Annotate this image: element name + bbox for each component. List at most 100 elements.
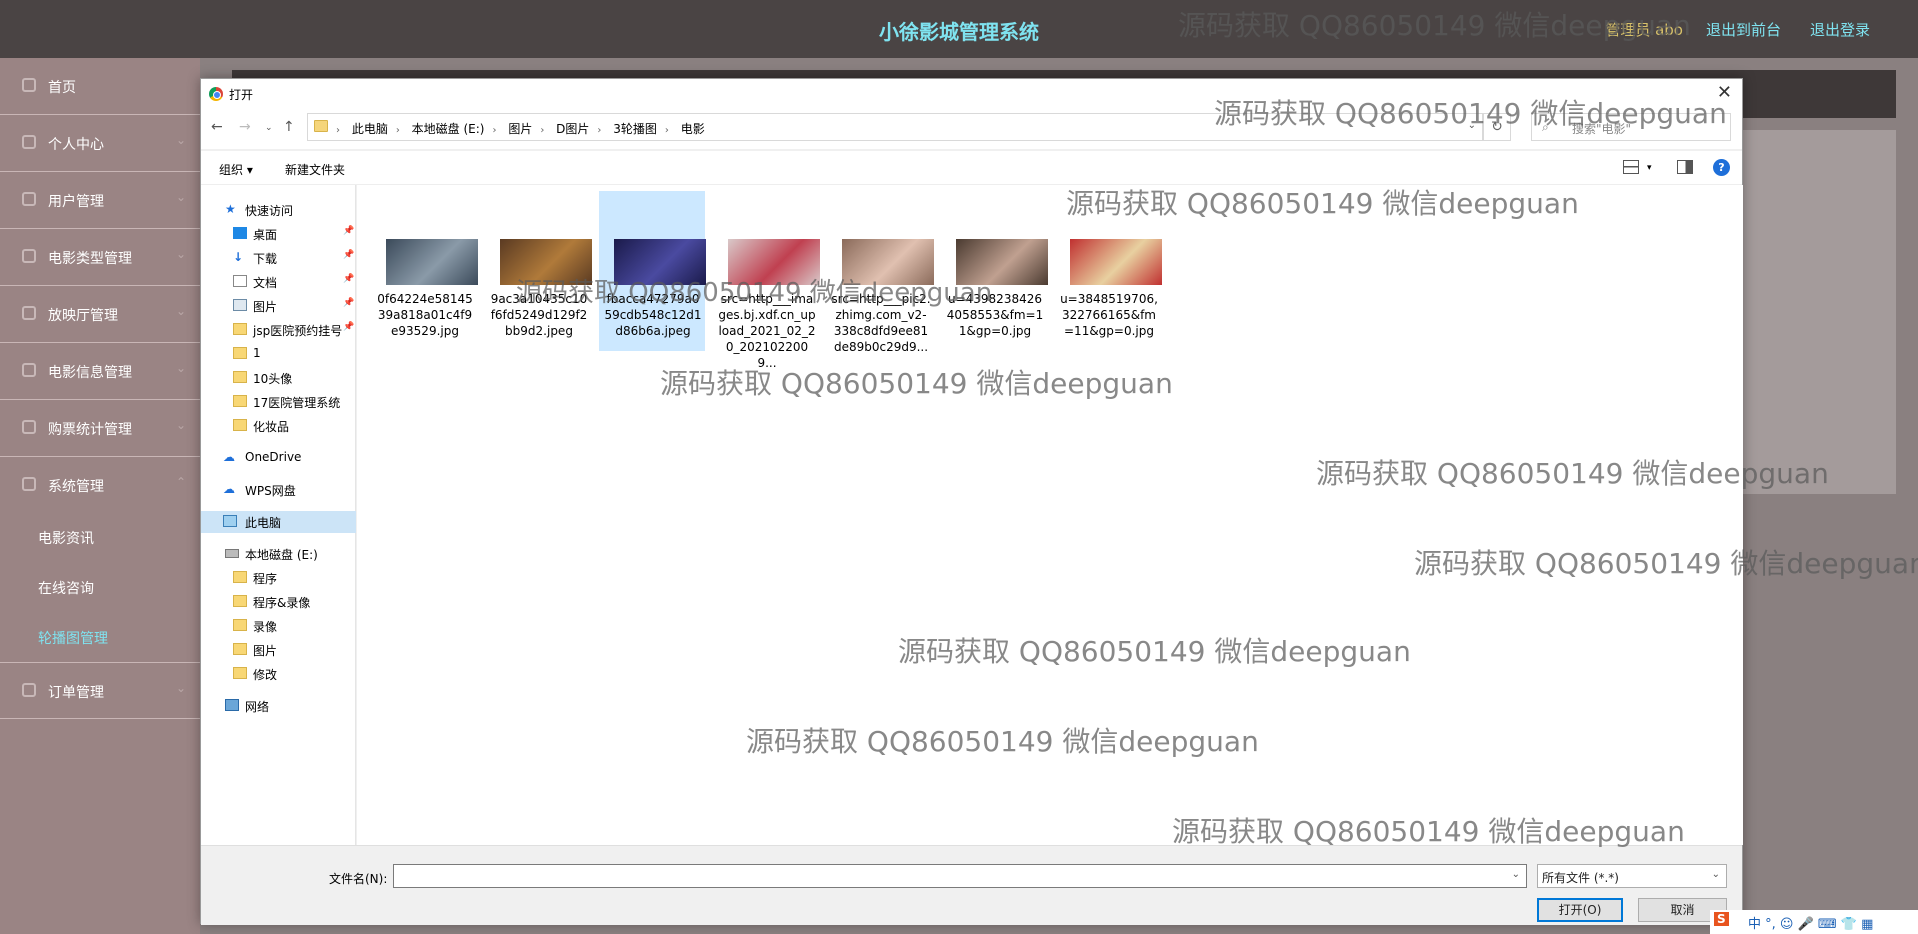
sidebar-item-orders[interactable]: 订单管理 ⌄	[0, 662, 200, 719]
tree-item-wps[interactable]: ☁ WPS网盘	[201, 479, 356, 501]
drive-icon	[225, 549, 239, 558]
tree-item-this-pc[interactable]: 此电脑	[201, 511, 356, 533]
breadcrumb-item[interactable]: 3轮播图	[613, 122, 657, 136]
tree-item-quick-access[interactable]: ★ 快速访问	[201, 199, 356, 221]
tree-item-folder[interactable]: 化妆品	[201, 415, 356, 437]
up-icon[interactable]: ↑	[283, 119, 295, 135]
chevron-down-icon[interactable]: ▾	[1647, 163, 1652, 173]
tree-item-folder[interactable]: jsp医院预约挂号 📌	[201, 319, 356, 341]
file-type-select[interactable]: 所有文件 (*.*) ⌄	[1537, 864, 1727, 888]
sidebar-item-movie-types[interactable]: 电影类型管理 ⌄	[0, 229, 200, 286]
to-front-link[interactable]: 退出到前台	[1706, 19, 1781, 40]
sidebar-item-profile[interactable]: 个人中心 ⌄	[0, 115, 200, 172]
tree-item-folder[interactable]: 修改	[201, 663, 356, 685]
tree-item-label: 修改	[253, 668, 278, 682]
sidebar-item-label: 系统管理	[48, 479, 104, 495]
tree-item-folder[interactable]: 录像	[201, 615, 356, 637]
tree-item-pictures[interactable]: 图片 📌	[201, 295, 356, 317]
tree-item-folder[interactable]: 程序&录像	[201, 591, 356, 613]
tree-item-folder[interactable]: 17医院管理系统	[201, 391, 356, 413]
list-icon	[22, 363, 36, 377]
view-options-icon[interactable]	[1623, 160, 1639, 174]
file-item-selected[interactable]: fbacca47279a0 59cdb548c12d1 d86b6a.jpeg	[599, 191, 706, 351]
tree-item-label: 桌面	[253, 228, 278, 242]
recent-dropdown-icon[interactable]: ⌄	[265, 123, 273, 133]
help-icon[interactable]: ?	[1713, 159, 1730, 176]
navigation-pane: ★ 快速访问 桌面 📌 ↓ 下载 📌 文档 📌 图片 📌 jsp医院预约挂号 📌	[201, 185, 356, 845]
file-item[interactable]: u=4398238426 4058553&fm=1 1&gp=0.jpg	[941, 191, 1048, 351]
thumbnail	[728, 239, 820, 285]
chevron-down-icon[interactable]: ⌄	[1512, 869, 1520, 880]
tree-item-label: 文档	[253, 276, 278, 290]
sidebar-subitem-carousel[interactable]: 轮播图管理	[38, 628, 108, 648]
tree-item-network[interactable]: 网络	[201, 695, 356, 717]
filename-input[interactable]: ⌄	[393, 864, 1527, 888]
tree-item-onedrive[interactable]: ☁ OneDrive	[201, 447, 356, 469]
file-item[interactable]: 0f64224e58145 39a818a01c4f9 e93529.jpg	[371, 191, 478, 351]
sidebar-subitem-consult[interactable]: 在线咨询	[38, 578, 94, 598]
sidebar-item-label: 购票统计管理	[48, 422, 132, 438]
sidebar-item-label: 个人中心	[48, 137, 104, 153]
open-button[interactable]: 打开(O)	[1537, 898, 1623, 922]
sidebar-item-users[interactable]: 用户管理 ⌄	[0, 172, 200, 229]
file-name: 0f64224e58145 39a818a01c4f9 e93529.jpg	[377, 292, 473, 338]
breadcrumb-item[interactable]: 图片	[508, 122, 532, 136]
file-item[interactable]: src=http___pic2. zhimg.com_v2- 338c8dfd9…	[827, 191, 934, 354]
new-folder-button[interactable]: 新建文件夹	[285, 161, 345, 178]
app-header: 小徐影城管理系统 管理员 abo 退出到前台 退出登录	[0, 0, 1918, 58]
breadcrumb-item[interactable]: 此电脑	[352, 122, 388, 136]
close-button[interactable]: ✕	[1717, 82, 1732, 103]
grid-icon	[22, 420, 36, 434]
tree-item-local-disk[interactable]: 本地磁盘 (E:)	[201, 543, 356, 565]
list-icon	[22, 192, 36, 206]
tree-item-desktop[interactable]: 桌面 📌	[201, 223, 356, 245]
sidebar-item-system[interactable]: 系统管理 ⌃	[0, 457, 200, 514]
file-item[interactable]: 9ac3a10435c10 f6fd5249d129f2 bb9d2.jpeg	[485, 191, 592, 351]
back-icon[interactable]: ←	[211, 119, 223, 135]
search-input[interactable]: ⌕ 搜索"电影"	[1531, 113, 1731, 141]
settings-icon	[22, 477, 36, 491]
chevron-up-icon: ⌃	[175, 475, 186, 489]
sidebar-item-halls[interactable]: 放映厅管理 ⌄	[0, 286, 200, 343]
address-bar[interactable]: › 此电脑 › 本地磁盘 (E:) › 图片 › D图片 › 3轮播图 › 电影 ⌄	[307, 113, 1483, 141]
folder-icon	[233, 395, 247, 407]
breadcrumb: › 此电脑 › 本地磁盘 (E:) › 图片 › D图片 › 3轮播图 › 电影	[336, 122, 705, 136]
tree-item-label: 1	[253, 346, 261, 360]
sidebar-item-tickets[interactable]: 购票统计管理 ⌄	[0, 400, 200, 457]
forward-icon[interactable]: →	[239, 119, 251, 135]
chevron-down-icon: ⌄	[1711, 869, 1720, 880]
file-item[interactable]: src=http___ima ges.bj.xdf.cn_up load_202…	[713, 191, 820, 370]
picture-icon	[233, 299, 247, 311]
tree-item-label: 网络	[245, 700, 270, 714]
tree-item-folder[interactable]: 程序	[201, 567, 356, 589]
chevron-down-icon: ⌄	[175, 304, 186, 318]
tree-item-label: 快速访问	[245, 204, 294, 218]
sidebar-item-home[interactable]: 首页	[0, 58, 200, 115]
chevron-down-icon: ⌄	[175, 190, 186, 204]
chevron-down-icon: ⌄	[175, 133, 186, 147]
chevron-down-icon: ⌄	[175, 681, 186, 695]
search-icon: ⌕	[1542, 120, 1549, 134]
tree-item-folder[interactable]: 图片	[201, 639, 356, 661]
tree-item-documents[interactable]: 文档 📌	[201, 271, 356, 293]
ime-tray[interactable]: S 中 °, ☺ 🎤 ⌨ 👕 ▦	[1710, 910, 1918, 934]
tree-item-folder[interactable]: 10头像	[201, 367, 356, 389]
sidebar-subitem-news[interactable]: 电影资讯	[38, 528, 94, 548]
sidebar-item-label: 首页	[48, 80, 76, 96]
sidebar-item-movies[interactable]: 电影信息管理 ⌄	[0, 343, 200, 400]
thumbnail	[842, 239, 934, 285]
file-item[interactable]: u=3848519706, 322766165&fm =11&gp=0.jpg	[1055, 191, 1162, 351]
desktop-icon	[233, 227, 247, 239]
breadcrumb-item[interactable]: 本地磁盘 (E:)	[412, 122, 485, 136]
tree-item-folder[interactable]: 1	[201, 343, 356, 365]
preview-pane-icon[interactable]	[1677, 160, 1693, 174]
organize-button[interactable]: 组织 ▾	[219, 161, 253, 178]
thumbnail	[386, 239, 478, 285]
tree-item-downloads[interactable]: ↓ 下载 📌	[201, 247, 356, 269]
logout-link[interactable]: 退出登录	[1810, 19, 1870, 40]
refresh-button[interactable]: ↻	[1483, 113, 1511, 141]
breadcrumb-item[interactable]: D图片	[556, 122, 589, 136]
breadcrumb-item[interactable]: 电影	[681, 122, 705, 136]
chevron-down-icon[interactable]: ⌄	[1468, 120, 1476, 131]
folder-icon	[233, 595, 247, 607]
